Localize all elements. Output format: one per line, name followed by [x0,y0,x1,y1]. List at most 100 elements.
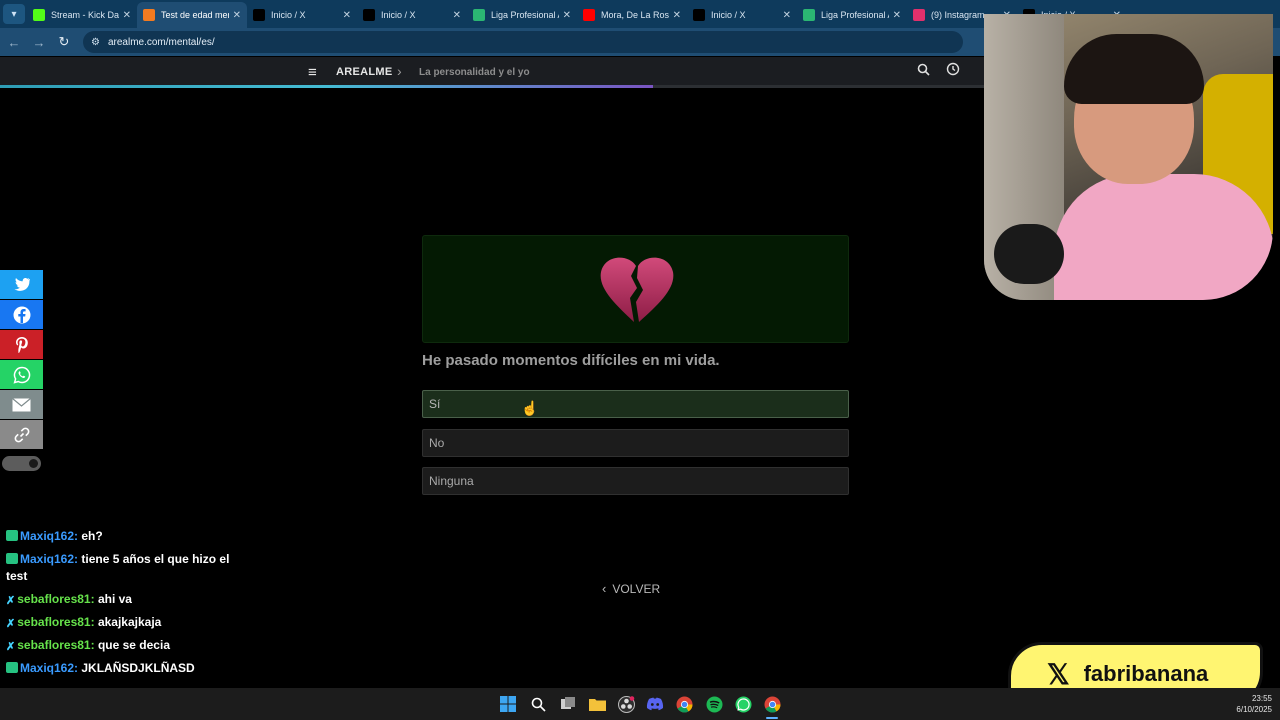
tab-title: Inicio / X [711,10,746,20]
tab-search-menu-button[interactable]: ▾ [3,4,25,24]
chat-username[interactable]: Maxiq162 [20,552,74,566]
file-explorer-icon[interactable] [587,694,607,714]
chat-username[interactable]: sebaflores81 [17,638,90,652]
browser-tab[interactable]: Mora, De La Rose ✕ [577,2,687,28]
dark-mode-toggle[interactable] [2,456,41,471]
tab-close-icon[interactable]: ✕ [893,10,901,21]
question-text: He pasado momentos difíciles en mi vida. [422,352,720,369]
obs-icon[interactable] [616,694,636,714]
share-link-button[interactable] [0,420,43,449]
taskbar-active-indicator [766,717,778,719]
tab-close-icon[interactable]: ✕ [123,10,131,21]
chrome-icon[interactable] [674,694,694,714]
answer-option-no[interactable]: No [422,429,849,457]
clock-date: 6/10/2025 [1236,705,1272,714]
tab-title: Liga Profesional A [821,10,889,20]
share-facebook-button[interactable] [0,300,43,329]
webcam-microphone [994,224,1064,284]
facebook-icon [13,306,30,323]
reload-icon[interactable]: ↻ [53,34,75,50]
browser-tab[interactable]: Liga Profesional A ✕ [467,2,577,28]
subscriber-badge-icon [6,662,18,673]
windows-start-icon[interactable] [498,694,518,714]
tab-list: Stream - Kick Das ✕ Test de edad men ✕ Inici… [27,0,1127,28]
browser-tab[interactable]: Inicio / X ✕ [247,2,357,28]
instagram-icon [913,9,925,21]
chat-username[interactable]: Maxiq162 [20,529,74,543]
quiz-progress-fill [0,85,654,88]
stream-chat: Maxiq162: eh? Maxiq162: tiene 5 años el q… [6,528,231,683]
x-icon [253,9,265,21]
discord-icon[interactable] [645,694,665,714]
tab-title: Liga Profesional A [491,10,559,20]
chat-message: ✗ sebaflores81: akajkajkaja [6,614,231,631]
x-logo-icon: 𝕏 [1047,658,1070,690]
chat-separator: : [90,592,98,606]
browser-tab[interactable]: Inicio / X ✕ [357,2,467,28]
chat-username[interactable]: Maxiq162 [20,661,74,675]
chat-message: Maxiq162: tiene 5 años el que hizo el te… [6,551,231,585]
hamburger-menu-icon[interactable]: ≡ [308,64,317,81]
back-button[interactable]: ‹ VOLVER [602,581,660,596]
tab-close-icon[interactable]: ✕ [233,10,241,21]
browser-tab[interactable]: Liga Profesional A ✕ [797,2,907,28]
chat-text: eh? [81,529,103,543]
site-logo[interactable]: AREALME [336,66,393,78]
chat-separator: : [90,615,98,629]
chat-username[interactable]: sebaflores81 [17,615,90,629]
share-pinterest-button[interactable] [0,330,43,359]
tab-close-icon[interactable]: ✕ [453,10,461,21]
url-input[interactable]: ⚙ arealme.com/mental/es/ [83,31,963,53]
browser-tab[interactable]: Test de edad men ✕ [137,2,247,28]
tab-close-icon[interactable]: ✕ [563,10,571,21]
share-email-button[interactable] [0,390,43,419]
browser-tab[interactable]: Stream - Kick Das ✕ [27,2,137,28]
spotify-icon[interactable] [704,694,724,714]
chat-message: ✗ sebaflores81: que se decia [6,637,231,654]
quiz-progress-bar [0,85,990,88]
tab-close-icon[interactable]: ✕ [783,10,791,21]
whatsapp-icon [13,366,30,384]
url-text: arealme.com/mental/es/ [107,36,215,48]
sword-badge-icon: ✗ [6,595,16,607]
tab-title: Inicio / X [271,10,306,20]
answer-option-si[interactable]: Sí [422,390,849,418]
taskbar-search-icon[interactable] [528,694,548,714]
whatsapp-desktop-icon[interactable] [733,694,753,714]
chat-text: JKLAÑSDJKLÑASD [81,661,195,675]
tab-title: Mora, De La Rose [601,10,669,20]
chrome-profile-icon[interactable] [762,694,782,714]
chevron-left-icon: ‹ [602,581,607,596]
webcam-person-body [1054,174,1273,300]
chat-message: Maxiq162: JKLAÑSDJKLÑASD [6,660,231,677]
tab-close-icon[interactable]: ✕ [343,10,351,21]
tab-title: Test de edad men [161,10,229,20]
share-whatsapp-button[interactable] [0,360,43,389]
search-icon[interactable] [917,63,930,79]
chat-text: ahi va [97,592,132,606]
browser-tab[interactable]: Inicio / X ✕ [687,2,797,28]
forward-arrow-icon[interactable]: → [28,35,50,50]
tab-close-icon[interactable]: ✕ [673,10,681,21]
task-view-icon[interactable] [558,694,578,714]
clock-time: 23:55 [1251,694,1272,703]
site-header: ≡ AREALME › La personalidad y el yo [0,57,990,87]
link-icon [14,427,29,442]
breadcrumb[interactable]: La personalidad y el yo [419,67,530,78]
share-twitter-button[interactable] [0,270,43,299]
back-button-label: VOLVER [612,581,661,596]
twitter-icon [14,277,30,291]
chat-text: que se decia [97,638,170,652]
liga-icon [473,9,485,21]
history-icon[interactable] [946,62,960,79]
liga-icon [803,9,815,21]
chevron-right-icon: › [397,63,402,79]
chat-username[interactable]: sebaflores81 [17,592,90,606]
subscriber-badge-icon [6,553,18,564]
site-info-icon[interactable]: ⚙ [91,37,100,48]
kick-icon [33,9,45,21]
back-arrow-icon[interactable]: ← [3,35,25,50]
taskbar-clock[interactable]: 23:55 6/10/2025 [1222,693,1272,715]
answer-option-ninguna[interactable]: Ninguna [422,467,849,495]
subscriber-badge-icon [6,530,18,541]
